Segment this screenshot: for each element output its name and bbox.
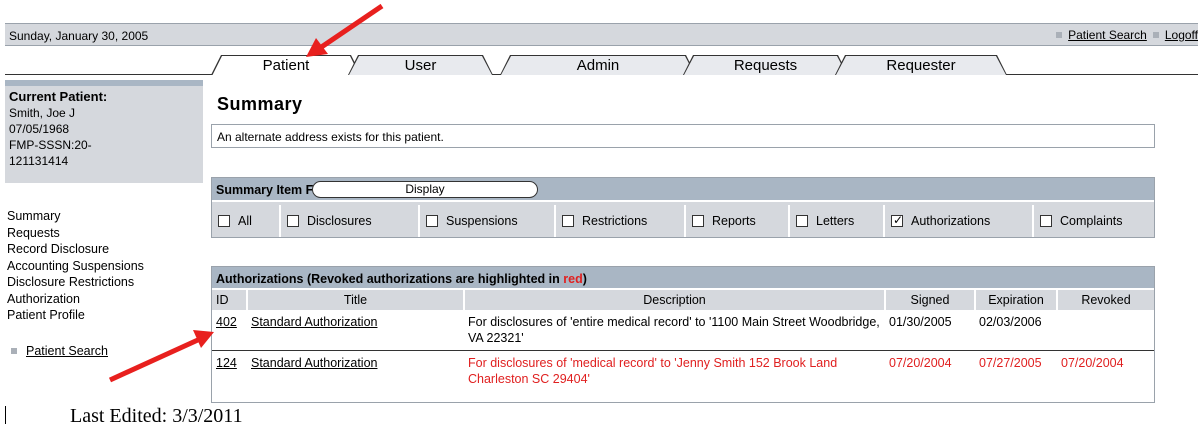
row-expiration: 07/27/2005 [979, 355, 1042, 370]
authorizations-title: Authorizations (Revoked authorizations a… [216, 272, 564, 286]
checkbox[interactable] [287, 215, 299, 227]
nav-requests[interactable]: Requests [7, 225, 205, 242]
filter-label: All [238, 214, 252, 228]
col-id: ID [212, 290, 248, 310]
patient-ssn: FMP-SSSN:20- [9, 138, 92, 152]
summary-item-filters: Summary Item Filters Display All Disclos… [211, 177, 1155, 238]
alert-message: An alternate address exists for this pat… [211, 124, 1155, 148]
row-expiration: 02/03/2006 [975, 310, 1057, 351]
filter-suspensions[interactable]: Suspensions [420, 205, 556, 237]
authorizations-title-suffix: ) [582, 272, 587, 286]
bullet-icon [11, 348, 17, 355]
filter-disclosures[interactable]: Disclosures [281, 205, 420, 237]
nav-authorization[interactable]: Authorization [7, 291, 205, 308]
authorization-id-link[interactable]: 124 [216, 356, 237, 370]
top-links: Patient Search Logoff [1050, 28, 1198, 42]
row-description: For disclosures of 'medical record' to '… [468, 355, 838, 386]
logoff-link[interactable]: Logoff [1165, 28, 1198, 42]
row-description: For disclosures of 'entire medical recor… [464, 310, 885, 351]
col-description: Description [464, 290, 886, 310]
current-date: Sunday, January 30, 2005 [9, 29, 149, 43]
tab-requester[interactable]: Requester [835, 55, 1007, 75]
left-patient-search-link[interactable]: Patient Search [26, 344, 108, 358]
patient-name: Smith, Joe J [9, 106, 76, 120]
current-patient-heading: Current Patient: [9, 89, 108, 104]
current-patient-panel: Current Patient: Smith, Joe J 07/05/1968… [5, 80, 203, 183]
filter-label: Authorizations [911, 214, 991, 228]
nav-disclosure-restrictions[interactable]: Disclosure Restrictions [7, 274, 205, 291]
row-title: Standard Authorization [247, 350, 464, 390]
page-title: Summary [217, 94, 303, 114]
filter-label: Reports [712, 214, 756, 228]
patient-ssn-cont: 121131414 [9, 154, 69, 168]
main-tabs: Patient User Admin Requests Requester [5, 55, 1198, 75]
authorization-id-link[interactable]: 402 [216, 315, 237, 329]
col-revoked: Revoked [1057, 290, 1154, 310]
filter-reports[interactable]: Reports [686, 205, 790, 237]
authorizations-panel: Authorizations (Revoked authorizations a… [211, 266, 1155, 403]
checkbox[interactable] [426, 215, 438, 227]
filter-label: Disclosures [307, 214, 372, 228]
last-edited-note: Last Edited: 3/3/2011 [70, 405, 243, 427]
row-id: 124 [212, 350, 247, 390]
row-revoked: 07/20/2004 [1061, 355, 1124, 370]
filter-restrictions[interactable]: Restrictions [556, 205, 686, 237]
nav-accounting-suspensions[interactable]: Accounting Suspensions [7, 258, 205, 275]
tab-user[interactable]: User [348, 55, 493, 75]
filter-authorizations[interactable]: Authorizations [885, 205, 1034, 237]
col-title: Title [247, 290, 465, 310]
filter-label: Restrictions [582, 214, 648, 228]
row-signed: 01/30/2005 [885, 310, 975, 351]
filter-complaints[interactable]: Complaints [1034, 205, 1154, 237]
checkbox-checked[interactable] [891, 213, 903, 227]
top-status-bar: Sunday, January 30, 2005 Patient Search L… [5, 23, 1198, 46]
filter-checkboxes: All Disclosures Suspensions Restrictions… [212, 205, 1154, 237]
left-nav: Summary Requests Record Disclosure Accou… [7, 208, 205, 324]
bullet-icon [1152, 32, 1159, 39]
authorizations-title-red: red [563, 272, 583, 286]
nav-record-disclosure[interactable]: Record Disclosure [7, 241, 205, 258]
table-row-revoked: 124 Standard Authorization For disclosur… [212, 350, 1154, 390]
tab-requests[interactable]: Requests [683, 55, 848, 75]
checkbox[interactable] [218, 215, 230, 227]
row-title: Standard Authorization [247, 310, 464, 351]
table-row: 402 Standard Authorization For disclosur… [212, 310, 1154, 351]
filters-header: Summary Item Filters Display [212, 178, 1154, 202]
row-signed: 07/20/2004 [889, 355, 952, 370]
authorization-title-link[interactable]: Standard Authorization [251, 356, 377, 370]
filter-letters[interactable]: Letters [790, 205, 885, 237]
filter-all[interactable]: All [212, 205, 281, 237]
filter-label: Suspensions [446, 214, 518, 228]
tab-admin[interactable]: Admin [500, 55, 696, 75]
tab-patient[interactable]: Patient [211, 55, 361, 75]
col-expiration: Expiration [975, 290, 1058, 310]
bullet-icon [1056, 32, 1063, 39]
row-revoked [1057, 310, 1154, 351]
checkbox[interactable] [562, 215, 574, 227]
authorization-title-link[interactable]: Standard Authorization [251, 315, 377, 329]
checkbox[interactable] [1040, 215, 1052, 227]
authorizations-table: ID Title Description Signed Expiration R… [212, 290, 1154, 390]
filter-label: Complaints [1060, 214, 1123, 228]
arrow-icon [108, 330, 214, 383]
filter-label: Letters [816, 214, 855, 228]
patient-dob: 07/05/1968 [9, 122, 70, 136]
checkbox[interactable] [796, 215, 808, 227]
checkbox[interactable] [692, 215, 704, 227]
nav-summary[interactable]: Summary [7, 208, 205, 225]
nav-patient-profile[interactable]: Patient Profile [7, 307, 205, 324]
row-id: 402 [212, 310, 247, 351]
patient-search-link[interactable]: Patient Search [1068, 28, 1147, 42]
table-header-row: ID Title Description Signed Expiration R… [212, 290, 1154, 310]
left-patient-search: Patient Search [11, 344, 108, 358]
col-signed: Signed [885, 290, 976, 310]
authorizations-header: Authorizations (Revoked authorizations a… [212, 267, 1154, 290]
text-cursor [5, 406, 6, 424]
display-button[interactable]: Display [312, 181, 538, 198]
